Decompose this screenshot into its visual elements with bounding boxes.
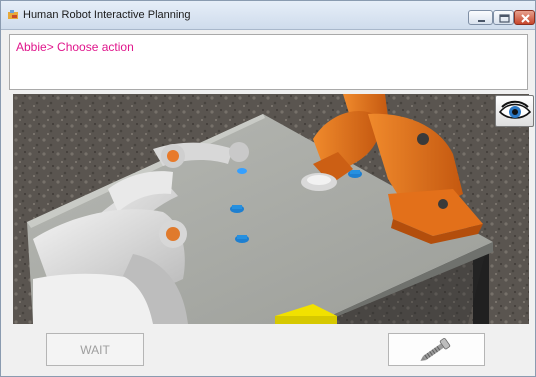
- app-icon: [8, 10, 18, 19]
- scene-graphic: [13, 94, 529, 324]
- simulation-view[interactable]: [13, 94, 529, 324]
- maximize-icon: [499, 14, 510, 23]
- eye-icon: [498, 100, 532, 119]
- minimize-button[interactable]: [468, 10, 493, 25]
- minimize-icon: [478, 20, 485, 22]
- message-log[interactable]: Abbie> Choose action: [9, 34, 528, 90]
- window-title: Human Robot Interactive Planning: [23, 9, 191, 21]
- screw-icon: [420, 338, 451, 361]
- maximize-button[interactable]: [493, 10, 514, 25]
- title-bar[interactable]: Human Robot Interactive Planning: [1, 1, 535, 30]
- close-icon: [521, 14, 530, 23]
- toggle-view-button[interactable]: [495, 95, 534, 127]
- wait-button[interactable]: WAIT: [46, 333, 144, 366]
- message-text: Abbie> Choose action: [16, 40, 134, 54]
- tool-action-button[interactable]: [388, 333, 485, 366]
- application-window: Human Robot Interactive Planning Abbie> …: [0, 0, 536, 377]
- close-button[interactable]: [514, 10, 535, 25]
